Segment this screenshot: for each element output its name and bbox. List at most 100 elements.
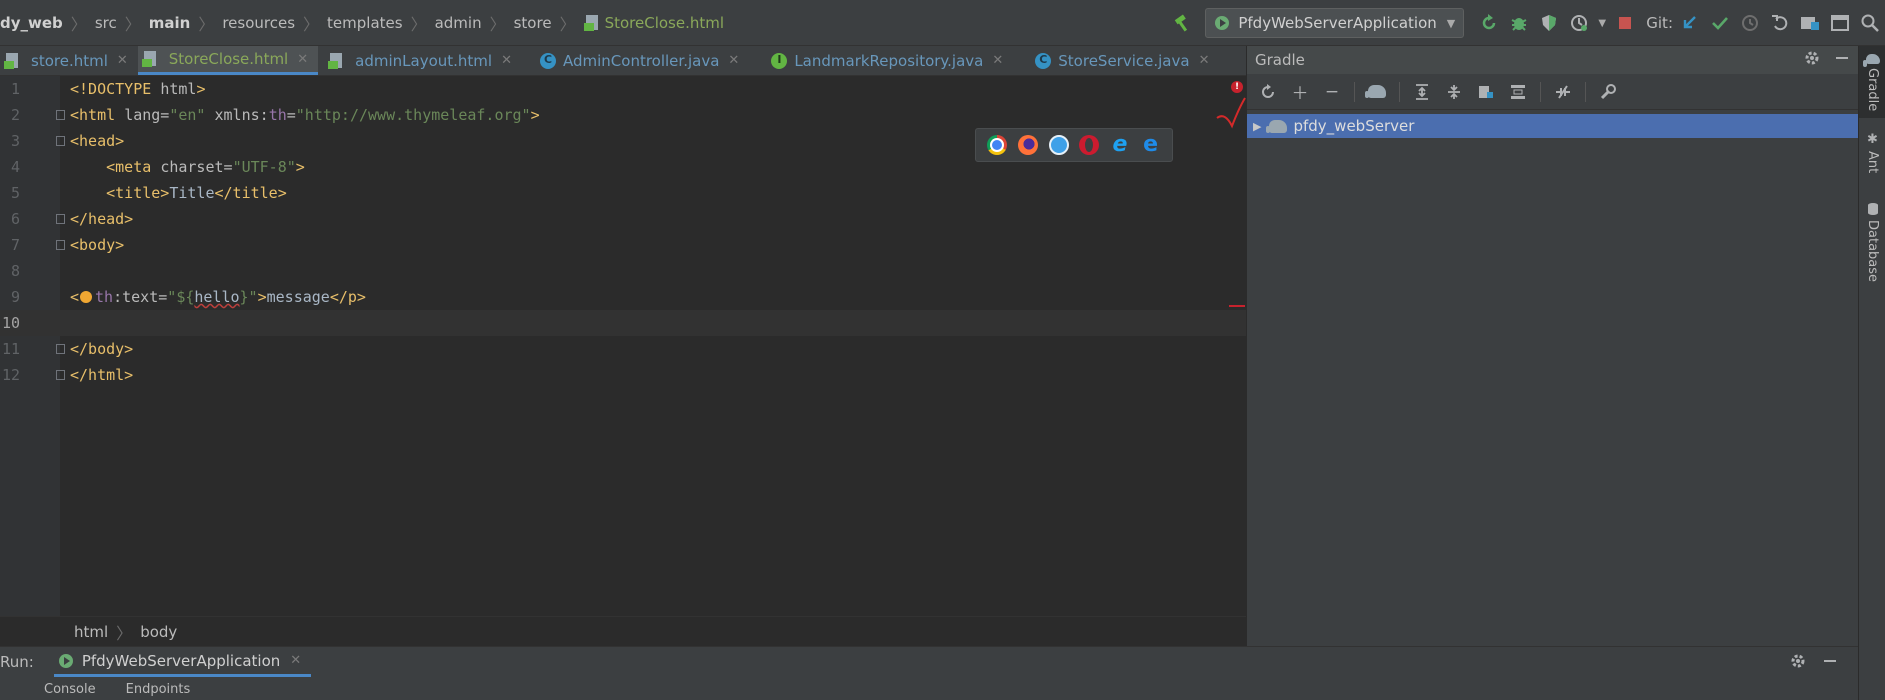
presentation-mode-icon[interactable] [1825, 8, 1855, 38]
run-configuration-label: PfdyWebServerApplication [1238, 14, 1437, 32]
main-toolbar: PfdyWebServerApplication ▼ ▼ Git: [1167, 0, 1885, 46]
html-file-icon [4, 52, 20, 69]
git-commit-icon[interactable] [1705, 8, 1735, 38]
collapse-all-icon[interactable] [1441, 79, 1467, 105]
coverage-icon[interactable] [1534, 8, 1564, 38]
tab-adminlayout-html[interactable]: adminLayout.html ✕ [318, 46, 522, 75]
tab-store-html[interactable]: store.html ✕ [0, 46, 138, 75]
code-line-current[interactable]: 10 [0, 310, 1246, 336]
gear-icon[interactable] [1790, 653, 1806, 673]
line-number: 6 [10, 210, 20, 228]
breadcrumb-src[interactable]: src [95, 14, 117, 32]
close-icon[interactable]: ✕ [728, 53, 739, 68]
internet-explorer-icon[interactable]: e [1110, 134, 1130, 156]
gradle-project-row[interactable]: ▶ pfdy_webServer [1247, 114, 1859, 138]
code-line[interactable]: 6 </head> [0, 206, 1246, 232]
project-structure-icon[interactable] [1795, 8, 1825, 38]
code-editor[interactable]: 1 <!DOCTYPE html> 2 <html lang="en" xmln… [0, 76, 1246, 616]
code-line[interactable]: 9 < th:text="${hello}">message</p> [0, 284, 1246, 310]
toolbar-divider [1354, 81, 1355, 102]
breadcrumb-templates[interactable]: templates [327, 14, 403, 32]
lightbulb-icon[interactable] [80, 291, 93, 303]
fold-marker-icon[interactable] [56, 136, 65, 146]
wrench-icon[interactable] [1595, 79, 1621, 105]
fold-marker-icon[interactable] [56, 110, 65, 120]
gear-icon[interactable] [1804, 50, 1820, 70]
code-line[interactable]: 11 </body> [0, 336, 1246, 362]
breadcrumb-admin[interactable]: admin [435, 14, 482, 32]
safari-icon[interactable] [1048, 135, 1069, 155]
expand-all-icon[interactable] [1409, 79, 1435, 105]
breadcrumb-project[interactable]: dy_web [0, 14, 63, 32]
close-icon[interactable]: ✕ [992, 53, 1003, 68]
tab-storeclose-html[interactable]: StoreClose.html ✕ [137, 46, 319, 75]
rollback-icon[interactable] [1765, 8, 1795, 38]
code-text: </body> [70, 340, 134, 358]
tab-storeservice-java[interactable]: StoreService.java ✕ [1013, 46, 1219, 75]
profiler-icon[interactable] [1564, 8, 1594, 38]
breadcrumb-separator: 〉 [124, 14, 141, 34]
code-line[interactable]: 2 <html lang="en" xmlns:th="http://www.t… [0, 102, 1246, 128]
code-line[interactable]: 1 <!DOCTYPE html> [0, 76, 1246, 102]
close-icon[interactable]: ✕ [1199, 53, 1210, 68]
code-text: <title>Title</title> [106, 184, 287, 202]
minus-icon[interactable]: − [1319, 79, 1345, 105]
edge-icon[interactable]: e [1141, 134, 1161, 156]
tab-landmarkrepository-java[interactable]: LandmarkRepository.java ✕ [749, 46, 1013, 75]
breadcrumb-separator: 〉 [559, 14, 576, 34]
fold-marker-icon[interactable] [56, 240, 65, 250]
close-icon[interactable]: ✕ [290, 653, 301, 668]
stripe-database[interactable]: Database [1859, 202, 1885, 302]
chevron-down-icon[interactable]: ▼ [1594, 8, 1610, 38]
breadcrumb-main[interactable]: main [149, 14, 191, 32]
fold-marker-icon[interactable] [56, 344, 65, 354]
run-tab[interactable]: PfdyWebServerApplication ✕ [53, 647, 312, 677]
opera-icon[interactable] [1079, 135, 1100, 155]
plus-icon[interactable]: ＋ [1287, 79, 1313, 105]
gradle-elephant-icon[interactable] [1364, 79, 1390, 105]
breadcrumb-resources[interactable]: resources [222, 14, 295, 32]
group-modules-icon[interactable] [1473, 79, 1499, 105]
dependencies-icon[interactable] [1505, 79, 1531, 105]
error-stripe-marker[interactable] [1229, 305, 1245, 307]
minimize-icon[interactable] [1834, 50, 1850, 70]
breadcrumb-separator: 〉 [410, 14, 427, 34]
breadcrumb-separator: 〉 [116, 623, 133, 643]
editor-breadcrumb-body[interactable]: body [140, 623, 177, 641]
code-line[interactable]: 7 <body> [0, 232, 1246, 258]
breadcrumb-store[interactable]: store [514, 14, 552, 32]
rerun-icon[interactable] [1474, 8, 1504, 38]
fold-marker-icon[interactable] [56, 370, 65, 380]
tab-label: store.html [31, 51, 108, 70]
chrome-icon[interactable] [987, 135, 1008, 155]
debug-icon[interactable] [1504, 8, 1534, 38]
interface-icon [771, 52, 788, 69]
code-line[interactable]: 8 [0, 258, 1246, 284]
error-indicator-icon[interactable]: ! [1231, 81, 1243, 93]
subtab-console[interactable]: Console [44, 682, 96, 697]
minimize-icon[interactable] [1822, 653, 1838, 673]
git-update-icon[interactable] [1675, 8, 1705, 38]
toggle-offline-icon[interactable] [1550, 79, 1576, 105]
git-history-icon[interactable] [1735, 8, 1765, 38]
code-line[interactable]: 12 </html> [0, 362, 1246, 388]
build-hammer-icon[interactable] [1167, 8, 1197, 38]
expand-arrow-icon[interactable]: ▶ [1253, 120, 1261, 133]
fold-marker-icon[interactable] [56, 214, 65, 224]
subtab-endpoints[interactable]: Endpoints [126, 682, 191, 697]
close-icon[interactable]: ✕ [297, 52, 308, 67]
run-configuration-select[interactable]: PfdyWebServerApplication ▼ [1205, 8, 1465, 38]
stripe-ant[interactable]: ✱ Ant [1859, 132, 1885, 196]
firefox-icon[interactable] [1017, 135, 1038, 155]
close-icon[interactable]: ✕ [501, 53, 512, 68]
tab-admincontroller-java[interactable]: AdminController.java ✕ [522, 46, 749, 75]
breadcrumb-file[interactable]: StoreClose.html [583, 14, 724, 32]
search-icon[interactable] [1855, 8, 1885, 38]
line-number: 12 [1, 366, 20, 384]
stripe-gradle[interactable]: Gradle [1859, 46, 1885, 118]
close-icon[interactable]: ✕ [117, 53, 128, 68]
editor-breadcrumb-html[interactable]: html [74, 623, 108, 641]
code-line[interactable]: 5 <title>Title</title> [0, 180, 1246, 206]
stop-icon[interactable] [1610, 8, 1640, 38]
reload-icon[interactable] [1255, 79, 1281, 105]
